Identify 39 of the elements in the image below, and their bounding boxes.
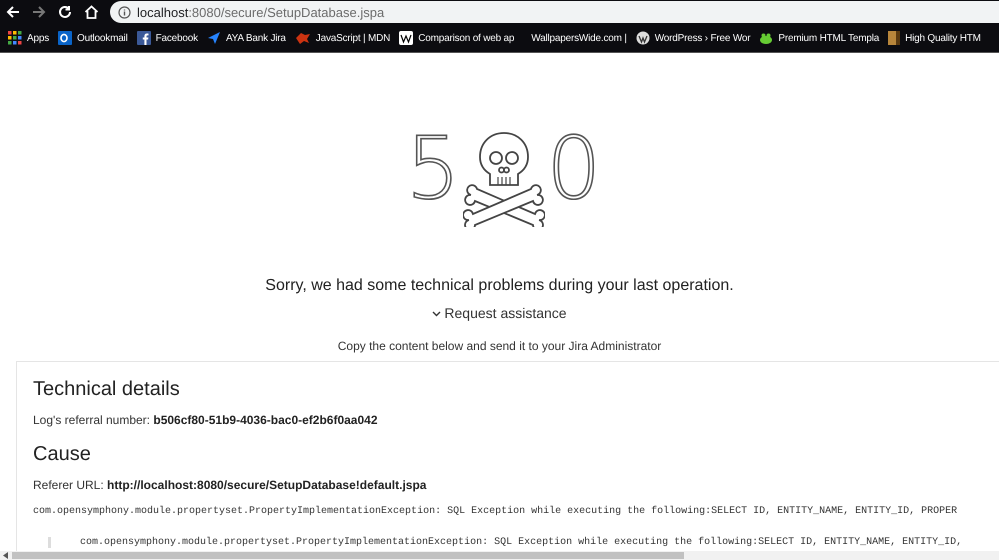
forward-icon — [32, 5, 46, 19]
home-icon — [84, 5, 98, 19]
bookmark[interactable]: High Quality HTM — [888, 31, 981, 45]
outlook-icon — [58, 31, 72, 45]
scroll-left-icon — [3, 552, 9, 559]
letter-w-icon — [399, 31, 414, 45]
frog-icon — [759, 31, 774, 45]
bookmark[interactable]: AYA Bank Jira — [206, 31, 286, 45]
request-assistance-link[interactable]: Request assistance — [432, 305, 567, 321]
section-heading: Cause — [33, 443, 92, 466]
instruction-text: Copy the content below and send it to your Jira Administrator — [336, 339, 662, 353]
bookmark[interactable]: Comparison of web ap — [399, 31, 514, 45]
reload-icon — [58, 5, 72, 19]
error-code-digit: 5 — [406, 126, 460, 212]
horizontal-scrollbar[interactable] — [0, 551, 999, 560]
exception-text: com.opensymphony.module.propertyset.PropertyImplementationException: SQL Exception while executing the following:SELECT ID, ENTITY_NAME, ENTITY_ID, PROPER — [33, 506, 958, 517]
chevron-icon — [432, 308, 442, 318]
bookmark[interactable]: Premium HTML Templa — [759, 31, 880, 45]
grid-icon — [8, 31, 22, 45]
bookmark[interactable]: JavaScript | MDN — [294, 31, 390, 45]
error-code-digit: 0 — [546, 126, 602, 212]
url-text: localhost:8080/secure/SetupDatabase.jspa — [137, 4, 384, 20]
bookmark[interactable]: Facebook — [136, 31, 198, 45]
back-icon — [6, 5, 20, 19]
address-bar[interactable]: localhost:8080/secure/SetupDatabase.jspa — [110, 1, 999, 23]
referer-url-text: Referer URL: http://localhost:8080/secure/SetupDatabase!default.jspa — [33, 478, 428, 492]
referral-number-text: Log's referral number: b506cf80-51b9-4036-bac0-ef2b6f0aa042 — [33, 413, 378, 427]
error-message: Sorry, we had some technical problems during your last operation. — [264, 277, 735, 295]
section-heading: Technical details — [33, 378, 181, 401]
facebook-icon — [136, 31, 151, 45]
bookmark[interactable]: Apps — [8, 31, 49, 45]
arrow-icon — [206, 31, 221, 45]
bookmark[interactable]: WordPress › Free Wor — [636, 31, 750, 45]
bookmark[interactable]: WallpapersWide.com | — [531, 32, 627, 44]
book-icon — [888, 31, 900, 45]
nested-exception-text: com.opensymphony.module.propertyset.PropertyImplementationException: SQL Exception while executing the following:SELECT ID, ENTITY_NAME, ENTITY_ID, — [80, 537, 964, 548]
info-icon — [118, 6, 131, 18]
bookmark[interactable]: Outlookmail — [58, 31, 128, 45]
wordpress-icon — [636, 31, 650, 45]
